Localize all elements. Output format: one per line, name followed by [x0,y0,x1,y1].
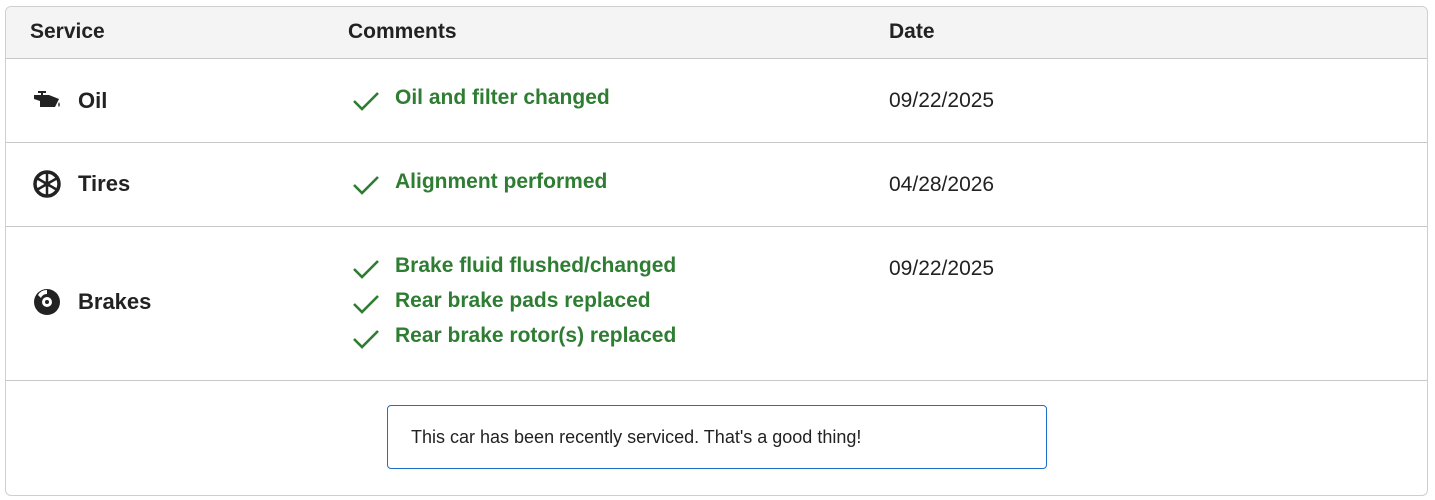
comment-item: Brake fluid flushed/changed [351,251,676,286]
comment-item: Alignment performed [351,167,607,202]
service-cell: Brakes [32,287,151,317]
check-icon [351,324,381,354]
notice-text: This car has been recently serviced. Tha… [411,426,862,447]
table-row-brakes: Brakes Brake fluid flushed/changed Rear … [6,227,1427,381]
service-date: 09/22/2025 [889,89,995,112]
brake-disc-icon [32,287,62,317]
table-header: Service Comments Date [6,7,1427,59]
service-label: Tires [78,171,131,196]
check-icon [351,289,381,319]
comment-item: Rear brake pads replaced [351,286,676,321]
comment-item: Oil and filter changed [351,83,610,118]
comment-text: Rear brake rotor(s) replaced [395,323,677,347]
service-date: 09/22/2025 [889,257,995,280]
comment-text: Alignment performed [395,169,608,193]
service-cell: Tires [32,169,130,199]
service-notice: This car has been recently serviced. Tha… [387,405,1047,469]
check-icon [351,86,381,116]
check-icon [351,254,381,284]
notice-row: This car has been recently serviced. Tha… [6,381,1427,495]
service-label: Brakes [78,289,152,314]
tire-icon [32,169,62,199]
comment-item: Rear brake rotor(s) replaced [351,321,676,356]
comment-text: Brake fluid flushed/changed [395,253,677,277]
service-history-panel: Service Comments Date Oil Oil and filter… [5,6,1428,496]
comments-cell: Oil and filter changed [351,83,610,118]
header-comments: Comments [348,20,457,43]
check-icon [351,170,381,200]
service-cell: Oil [32,86,107,116]
table-row-oil: Oil Oil and filter changed 09/22/2025 [6,59,1427,143]
header-date: Date [889,20,935,43]
comments-cell: Alignment performed [351,167,607,202]
comment-text: Oil and filter changed [395,85,610,109]
service-date: 04/28/2026 [889,173,995,196]
table-row-tires: Tires Alignment performed 04/28/2026 [6,143,1427,227]
oil-can-icon [32,86,62,116]
header-service: Service [30,20,105,43]
service-label: Oil [78,88,108,113]
comment-text: Rear brake pads replaced [395,288,651,312]
comments-cell: Brake fluid flushed/changed Rear brake p… [351,251,676,356]
